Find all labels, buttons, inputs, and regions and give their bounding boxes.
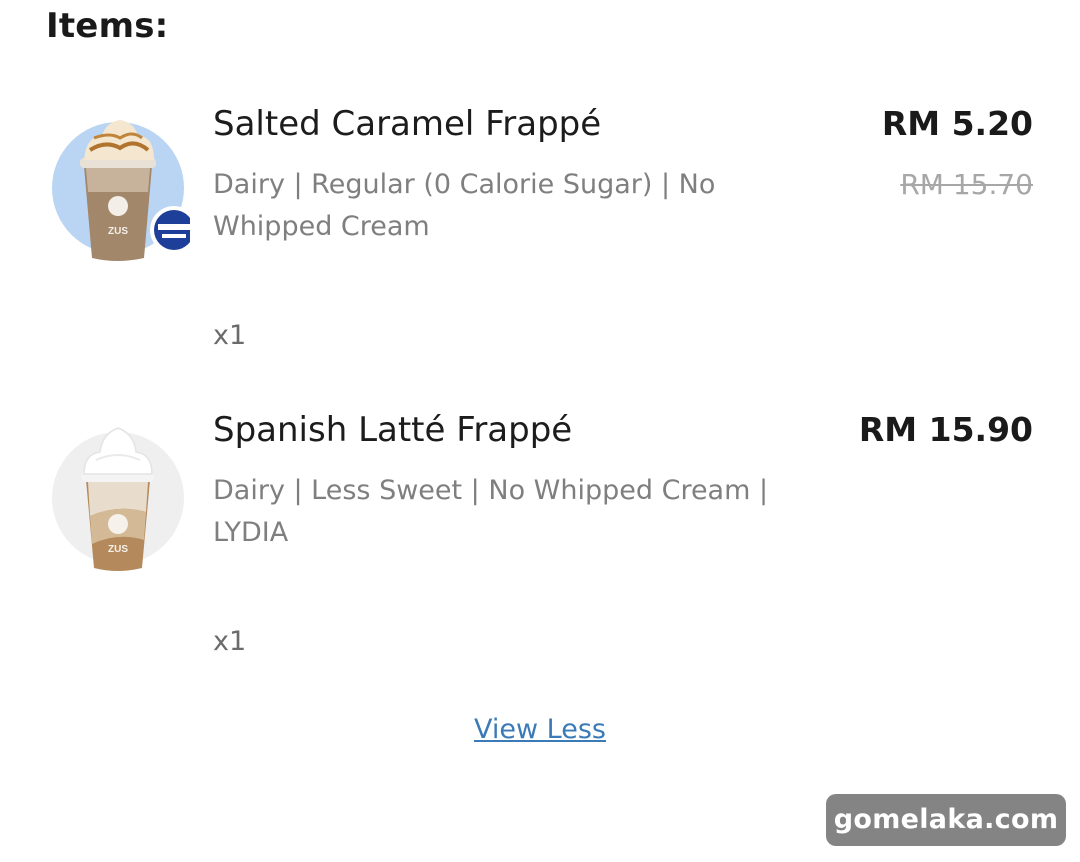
watermark: gomelaka.com [826,794,1066,846]
item-options: Dairy | Less Sweet | No Whipped Cream | … [213,475,769,548]
section-title: Items: [46,6,169,46]
svg-text:ZUS: ZUS [108,544,128,555]
item-name: Spanish Latté Frappé [213,410,573,450]
view-less-link[interactable]: View Less [474,714,606,745]
item-name: Salted Caramel Frappé [213,104,602,144]
view-less-container: View Less [0,714,1080,745]
order-item-spanish-latte-frappe: ZUS Spanish Latté Frappé Dairy | Less Sw… [0,398,1080,688]
item-price: RM 15.90 [858,410,1033,449]
item-quantity: x1 [213,626,247,657]
item-options: Dairy | Regular (0 Calorie Sugar) | No W… [213,169,716,242]
item-original-price: RM 15.70 [900,168,1033,201]
svg-text:ZUS: ZUS [108,226,128,237]
item-price: RM 5.20 [881,104,1033,143]
product-image-salted-caramel-frappe: ZUS [50,106,190,266]
product-image-spanish-latte-frappe: ZUS [50,412,190,572]
item-quantity: x1 [213,320,247,351]
order-item-salted-caramel-frappe: ZUS Salted Caramel Frappé Dairy | Regula… [0,92,1080,382]
